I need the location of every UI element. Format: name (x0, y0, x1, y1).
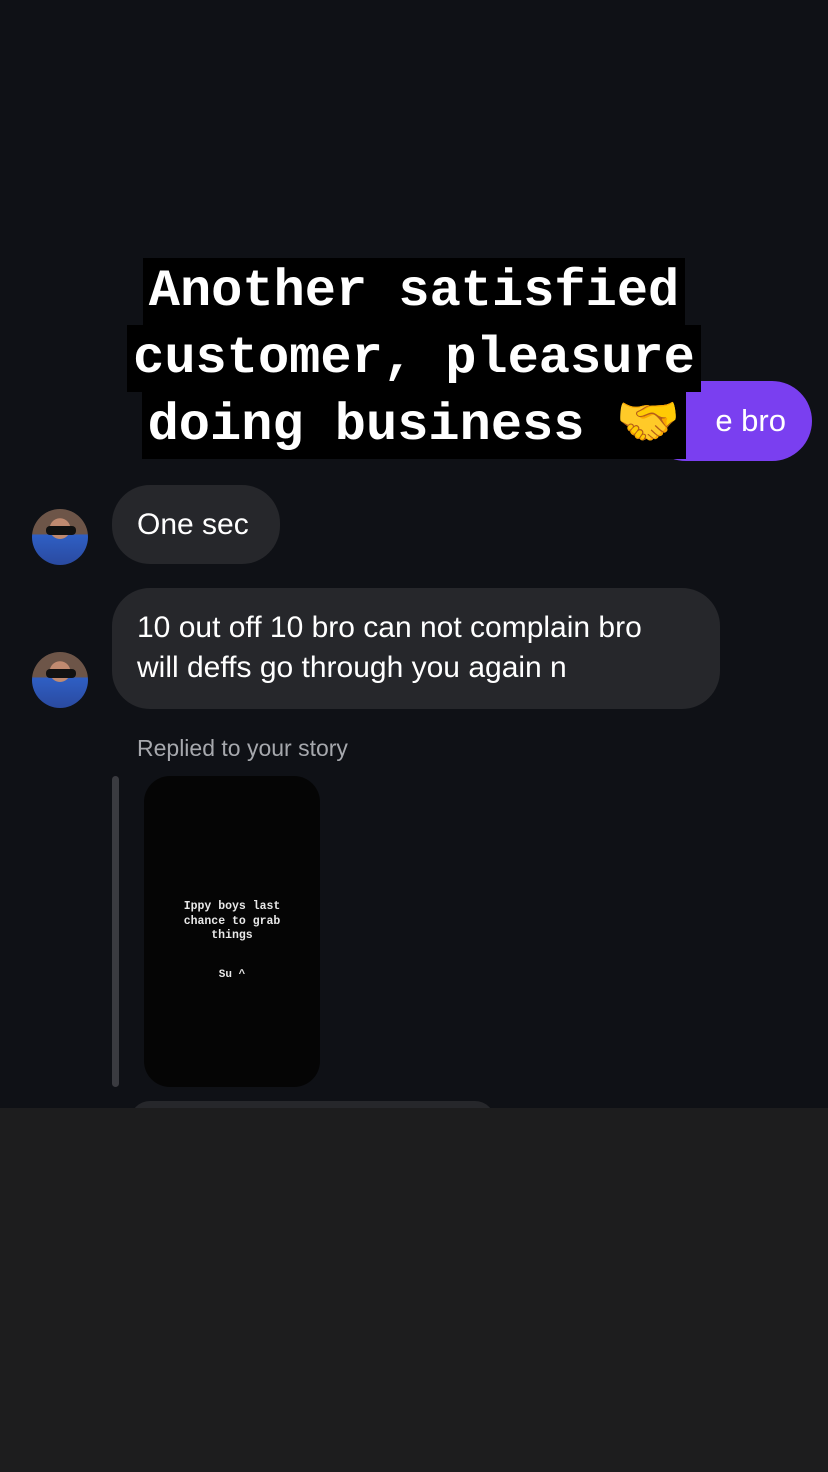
sender-avatar[interactable] (32, 652, 88, 708)
story-caption-line: things (211, 929, 253, 942)
overlay-line: customer, pleasure (127, 325, 701, 392)
bottom-panel (0, 1108, 828, 1472)
sender-avatar[interactable] (32, 509, 88, 565)
avatar-photo (46, 669, 76, 678)
story-caption-line: chance to grab (183, 914, 281, 928)
story-thumbnail[interactable]: Ippy boys last chance to grab things Su … (144, 776, 320, 1087)
incoming-message-bubble[interactable]: 10 out off 10 bro can not complain bro w… (112, 588, 720, 709)
story-caption-line: Ippy boys last (183, 900, 281, 913)
overlay-line: doing business 🤝 (141, 392, 687, 459)
overlay-line: Another satisfied (142, 258, 686, 325)
replied-to-story-label: Replied to your story (137, 735, 348, 761)
next-message-bubble-partial (130, 1101, 495, 1108)
story-caption: Ippy boys last chance to grab things (144, 900, 320, 944)
story-subtext: Su ^ (218, 969, 246, 981)
story-text-overlay: Another satisfied customer, pleasure doi… (0, 258, 828, 459)
reply-indicator-bar (112, 776, 119, 1087)
incoming-message-bubble[interactable]: One sec (112, 485, 280, 564)
message-text: One sec (137, 508, 249, 541)
message-text-line: 10 out off 10 bro can not complain bro (137, 611, 642, 644)
message-text-line: will deffs go through you again n (137, 651, 567, 684)
chat-thread: e bro One sec 10 out off 10 bro can not … (0, 0, 828, 1108)
avatar-photo (46, 526, 76, 535)
